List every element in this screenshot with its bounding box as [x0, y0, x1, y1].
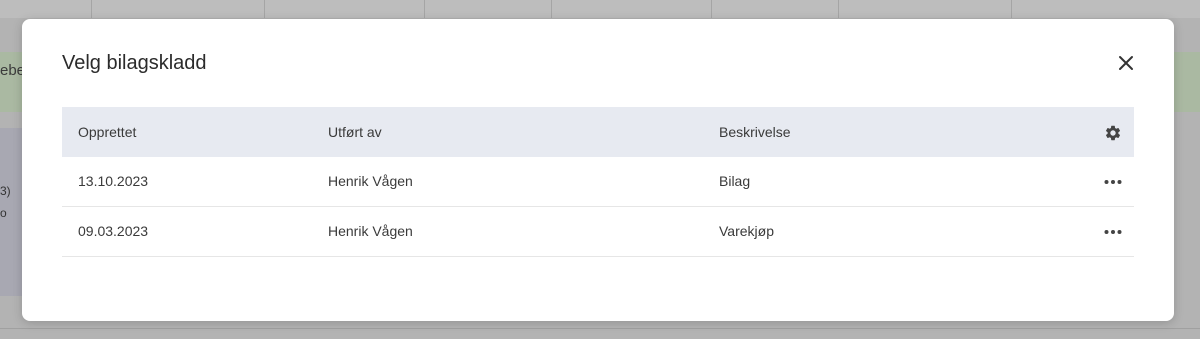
grid-line — [711, 0, 712, 18]
table-header: Opprettet Utført av Beskrivelse — [62, 107, 1134, 157]
cell-beskrivelse: Varekjøp — [719, 223, 774, 239]
dialog-title: Velg bilagskladd — [62, 52, 207, 74]
grid-line — [551, 0, 552, 18]
cell-utfort-av: Henrik Vågen — [328, 173, 413, 189]
table-row[interactable]: 09.03.2023 Henrik Vågen Varekjøp — [62, 207, 1134, 257]
row-actions-button[interactable] — [1102, 222, 1124, 242]
grid-line — [838, 0, 839, 18]
background-left-text: 3) — [0, 184, 11, 198]
cell-utfort-av: Henrik Vågen — [328, 223, 413, 239]
column-header-utfort-av[interactable]: Utført av — [328, 107, 382, 157]
gear-icon — [1105, 125, 1121, 141]
more-icon — [1104, 230, 1122, 234]
table-row[interactable]: 13.10.2023 Henrik Vågen Bilag — [62, 157, 1134, 207]
grid-line — [424, 0, 425, 18]
background-left-text: o — [0, 206, 7, 220]
column-header-beskrivelse[interactable]: Beskrivelse — [719, 107, 791, 157]
close-button[interactable] — [1112, 49, 1140, 77]
grid-line — [91, 0, 92, 18]
background-grid — [0, 0, 1200, 18]
column-header-opprettet[interactable]: Opprettet — [78, 107, 136, 157]
row-actions-button[interactable] — [1102, 172, 1124, 192]
close-icon — [1119, 56, 1133, 70]
more-icon — [1104, 180, 1122, 184]
background-divider — [0, 328, 1200, 329]
cell-opprettet: 09.03.2023 — [78, 223, 149, 239]
cell-beskrivelse: Bilag — [719, 173, 751, 189]
drafts-table: Opprettet Utført av Beskrivelse 13.10.20… — [62, 107, 1134, 257]
table-settings-button[interactable] — [1102, 122, 1124, 144]
cell-opprettet: 13.10.2023 — [78, 173, 149, 189]
grid-line — [264, 0, 265, 18]
grid-line — [1011, 0, 1012, 18]
select-draft-dialog: Velg bilagskladd Opprettet Utført av Bes… — [22, 19, 1174, 321]
